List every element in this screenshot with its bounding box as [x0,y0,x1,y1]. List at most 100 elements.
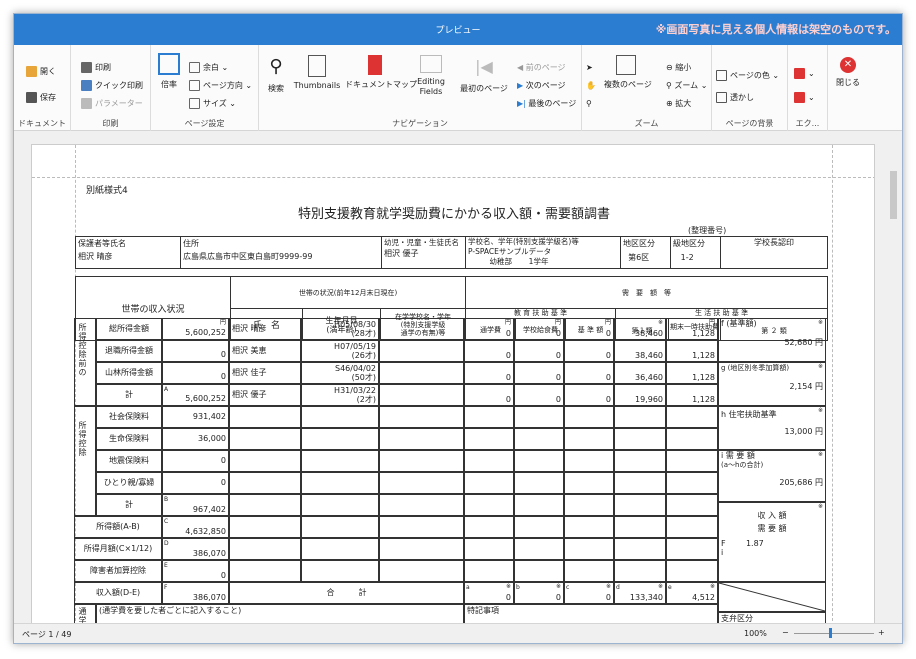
value: 0 [505,593,511,602]
deduction-value: B 967,402 [162,494,229,516]
deduction-label: ひとり親/寡婦 [96,472,162,494]
quick-print-button[interactable]: クイック印刷 [81,77,143,93]
school-dept: 幼稚部 [489,257,512,266]
last-page-button[interactable]: ▶| 最後のページ [517,95,576,111]
editing-fields-button[interactable]: Editing Fields [411,55,451,97]
value: (通学費を要した者ごとに記入すること) [99,606,242,615]
blank-cell [301,494,379,516]
value: (2才) [356,395,376,404]
seiri-number-label: (整理番号) [688,226,727,235]
value: 0 [555,373,561,382]
send-button[interactable]: ⌄ [794,89,815,105]
close-button[interactable]: ✕ 閉じる [834,57,862,88]
yen-mark: 円 [219,319,226,326]
margin-button[interactable]: 余白 ⌄ [189,59,228,75]
document-map-button[interactable]: ドキュメントマップ [345,55,417,90]
mark: E [164,562,168,569]
hand-tool-button[interactable]: ✋ [586,77,596,93]
value: 相沢 佳子 [232,368,267,377]
zoom-slider[interactable] [794,633,874,634]
document-viewer[interactable]: 別紙様式4 特別支援教育就学奨励費にかかる収入額・需要額調書 (整理番号) 保護… [14,131,902,625]
thumbnails-button[interactable]: Thumbnails [293,55,341,90]
save-button[interactable]: 保存 [26,89,56,105]
pointer-button[interactable]: ➤ [586,59,593,75]
zoom-button[interactable]: ⚲ ズーム ⌄ [666,77,707,93]
amount-c5: 1,128 [666,362,718,384]
blank-cell [564,472,614,494]
zoom-plus-button[interactable]: + [878,628,885,637]
blank-cell [514,494,564,516]
blank-cell [614,560,666,582]
blank-cell [514,538,564,560]
kome-mark: ※ [817,363,823,370]
member-school [379,340,464,362]
commute-side-label: 通学費 [78,607,87,625]
zoom-out-button[interactable]: ⊖ 縮小 [666,59,691,75]
editing-fields-icon [420,55,442,73]
orientation-icon [189,79,200,91]
member-birth: S46/04/02 (50才) [301,362,379,384]
search-button[interactable]: ⚲ 検索 [263,55,289,94]
ribbon: 開く 保存 ドキュメント 印刷 クイック印刷 パラメーター 印刷 倍率 余白 ⌄… [14,45,902,131]
value: H31/03/22 [334,386,376,395]
value: 4,512 [692,593,715,602]
kome-mark: ※ [657,319,663,326]
value: 0 [220,478,226,487]
group-label: ページ設定 [184,119,225,128]
next-page-button[interactable]: ▶ 次のページ [517,77,566,93]
value: 円 [815,427,823,436]
blank-cell [564,428,614,450]
amount-c1: 0 [464,340,514,362]
zoom-minus-button[interactable]: − [782,628,789,637]
value: 13,000 [784,427,813,436]
print-button[interactable]: 印刷 [81,59,111,75]
watermark-button[interactable]: 透かし [716,89,754,105]
zoom-slider-thumb[interactable] [829,628,832,638]
amount-c3: 円0 [564,318,614,340]
value: 退職所得金額 [105,346,153,355]
blank-cell [301,560,379,582]
value: 収 入 額 [757,511,787,520]
total-a: a ※ 0 [464,582,514,604]
member-school [379,318,464,340]
amount-c2: 円0 [514,318,564,340]
open-button[interactable]: 開く [26,63,56,79]
prev-page-button[interactable]: ◀ 前のページ [517,59,566,75]
blank-cell [614,450,666,472]
document-page: 別紙様式4 特別支援教育就学奨励費にかかる収入額・需要額調書 (整理番号) 保護… [31,144,875,625]
parameters-button[interactable]: パラメーター [81,95,143,111]
scale-button[interactable]: 倍率 [155,53,183,90]
size-button[interactable]: サイズ ⌄ [189,95,236,111]
mark: a [466,584,470,591]
value: 山林所得金額 [105,368,153,377]
household-header: 世帯の状況(前年12月末日現在) [229,276,467,309]
value: S46/04/02 [334,364,376,373]
blank-cell [301,472,379,494]
blank-cell [514,472,564,494]
blank-cell [666,406,718,428]
export-button[interactable]: ⌄ [794,65,815,81]
orientation-button[interactable]: ページ方向 ⌄ [189,77,252,93]
special-notes: 特記事項 [464,604,718,624]
page-color-button[interactable]: ページの色 ⌄ [716,67,779,83]
multiple-pages-button[interactable]: 複数のページ [604,55,652,90]
blank-cell [614,494,666,516]
zoom-in-button[interactable]: ⊕ 拡大 [666,95,691,111]
commute-side: 通学費 [74,604,96,625]
income-value: 0 [162,362,229,384]
value: 0 [220,372,226,381]
blank-cell [464,516,514,538]
value: 特記事項 [467,606,499,615]
scroll-thumb[interactable] [890,171,897,219]
member-birth: H07/05/19 (26才) [301,340,379,362]
blank-cell [514,428,564,450]
value: (50才) [351,373,376,382]
margin-icon [189,61,200,73]
magnifier-button[interactable]: ⚲ [586,95,592,111]
first-page-button[interactable]: |◀ 最初のページ [459,55,509,94]
vertical-scrollbar[interactable] [887,131,900,625]
zoom-icon: ⚲ [666,80,675,90]
income-value: 0 [162,340,229,362]
diagonal-line [719,583,825,611]
group-print: 印刷 クイック印刷 パラメーター 印刷 [71,45,151,131]
